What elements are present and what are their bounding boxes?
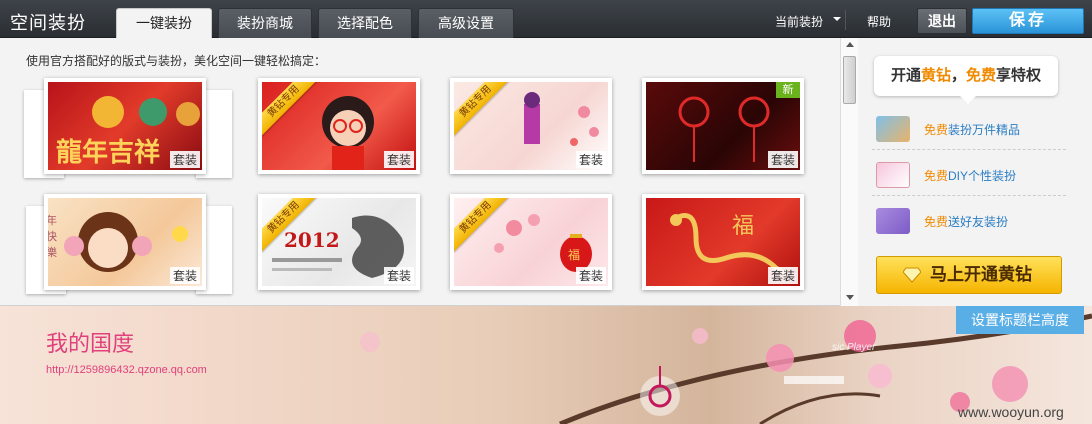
exit-button[interactable]: 退出 — [917, 8, 967, 34]
space-banner: 我的国度 http://1259896432.qzone.qq.com sic … — [0, 306, 1092, 424]
tab-color[interactable]: 选择配色 — [318, 8, 412, 38]
vip-sidebar: 开通黄钻，免费享特权 免费装扮万件精品 免费DIY个性装扮 免费送好友装扮 马上… — [858, 38, 1092, 306]
help-link[interactable]: 帮助 — [867, 13, 891, 30]
suit-label: 套装 — [575, 151, 606, 168]
bubble-sep: ， — [950, 67, 966, 84]
gift-icon — [876, 208, 910, 234]
scroll-down-icon[interactable] — [846, 295, 854, 300]
suit-label: 套装 — [575, 267, 606, 284]
space-title: 我的国度 — [46, 331, 135, 356]
perk-item[interactable]: 免费装扮万件精品 — [872, 108, 1066, 150]
perk-item[interactable]: 免费送好友装扮 — [872, 200, 1066, 242]
theme-thumb-lantern[interactable]: 福 黄钻专用 套装 — [450, 194, 612, 290]
perk-link[interactable]: 免费送好友装扮 — [924, 213, 1008, 230]
theme-thumb-red-girl[interactable]: 黄钻专用 套装 — [258, 78, 420, 174]
perk-link[interactable]: 免费装扮万件精品 — [924, 121, 1020, 138]
space-url[interactable]: http://1259896432.qzone.qq.com — [46, 364, 207, 376]
thumb-text: 龍年吉祥 — [56, 138, 161, 168]
scroll-thumb[interactable] — [843, 56, 856, 104]
suit-label: 套装 — [767, 151, 798, 168]
theme-thumb-ink-dragon[interactable]: 2012 黄钻专用 套装 — [258, 194, 420, 290]
bubble-text: 开通 — [890, 67, 921, 84]
theme-thumb-dragon[interactable]: 龍年吉祥 套装 — [44, 78, 206, 174]
gallery-icon — [876, 116, 910, 142]
suit-label: 套装 — [383, 151, 414, 168]
app-title: 空间装扮 — [10, 13, 86, 33]
thumb-text: 福 — [732, 214, 755, 239]
thumb-text: 年 快 樂 — [46, 215, 57, 259]
suit-label: 套装 — [767, 267, 798, 284]
tab-advanced[interactable]: 高级设置 — [418, 8, 514, 38]
bubble-suffix: 享特权 — [996, 67, 1042, 84]
vip-promo-bubble: 开通黄钻，免费享特权 — [874, 56, 1058, 104]
current-theme-dropdown[interactable]: 当前装扮 — [775, 13, 823, 30]
diamond-icon — [903, 267, 921, 283]
panel-description: 使用官方搭配好的版式与装扮，美化空间一键轻松搞定： — [26, 54, 327, 68]
watermark: www.wooyun.org — [958, 404, 1064, 420]
top-toolbar: 空间装扮 一键装扮 装扮商城 选择配色 高级设置 当前装扮 帮助 退出 保存 — [0, 0, 1092, 39]
theme-thumb-golden-dragon[interactable]: 福 套装 — [642, 194, 804, 290]
suit-label: 套装 — [383, 267, 414, 284]
suit-label: 套装 — [169, 267, 200, 284]
thumb-text: 2012 — [284, 228, 340, 252]
new-badge: 新 — [776, 82, 800, 98]
open-yellow-diamond-button[interactable]: 马上开通黄钻 — [876, 256, 1062, 294]
scroll-up-icon[interactable] — [846, 42, 854, 47]
bubble-highlight: 黄钻 — [920, 67, 951, 84]
perk-item[interactable]: 免费DIY个性装扮 — [872, 154, 1066, 196]
save-button[interactable]: 保存 — [972, 8, 1084, 34]
bubble-free: 免费 — [966, 67, 997, 84]
suit-label: 套装 — [169, 151, 200, 168]
theme-thumb-plum-girl[interactable]: 黄钻专用 套装 — [450, 78, 612, 174]
theme-thumb-doll[interactable]: 年 快 樂 套装 — [44, 194, 206, 290]
set-title-height-button[interactable]: 设置标题栏高度 — [956, 306, 1084, 334]
music-player-label: sic Player — [832, 342, 876, 353]
chevron-down-icon[interactable] — [833, 17, 841, 21]
vertical-scrollbar[interactable] — [840, 38, 858, 306]
open-button-label: 马上开通黄钻 — [930, 265, 1032, 284]
perk-link[interactable]: 免费DIY个性装扮 — [924, 167, 1016, 184]
monitor-icon — [876, 162, 910, 188]
divider — [845, 10, 846, 30]
tab-one-click[interactable]: 一键装扮 — [116, 8, 212, 39]
theme-thumb-chinese-knot[interactable]: 新 套装 — [642, 78, 804, 174]
tab-mall[interactable]: 装扮商城 — [218, 8, 312, 38]
thumb-text: 福 — [568, 248, 581, 262]
